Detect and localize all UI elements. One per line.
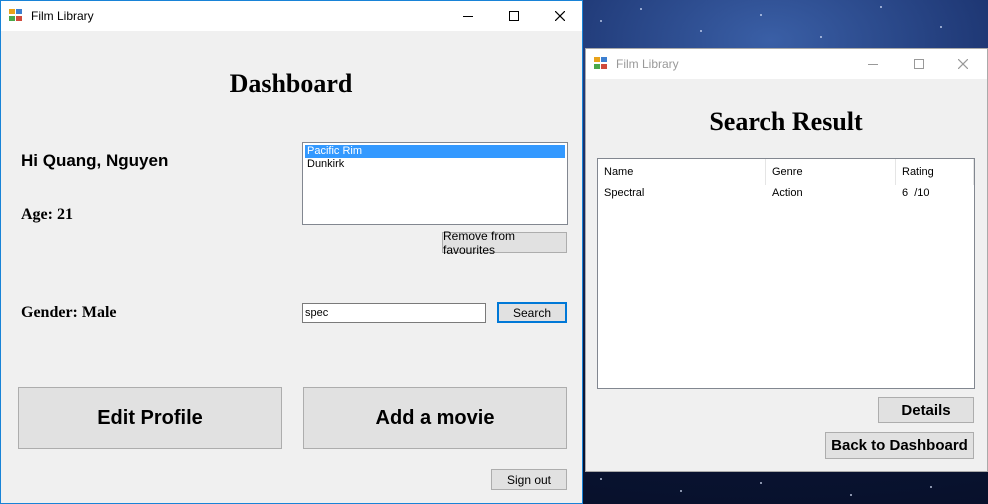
table-row[interactable]: Spectral Action 6 /10 bbox=[598, 185, 974, 201]
film-library-app-icon bbox=[9, 9, 23, 22]
minimize-button[interactable] bbox=[445, 1, 491, 31]
list-item[interactable]: Dunkirk bbox=[305, 158, 565, 171]
window-title: Film Library bbox=[616, 57, 679, 71]
column-header-genre[interactable]: Genre bbox=[766, 159, 896, 185]
minimize-button[interactable] bbox=[850, 49, 896, 79]
maximize-button[interactable] bbox=[491, 1, 537, 31]
cell-genre: Action bbox=[772, 187, 803, 199]
add-movie-button[interactable]: Add a movie bbox=[303, 387, 567, 449]
close-icon bbox=[555, 11, 565, 21]
search-input[interactable] bbox=[302, 303, 486, 323]
dashboard-window: Film Library Dashboard Hi Quang, Nguyen … bbox=[0, 0, 583, 504]
sign-out-button[interactable]: Sign out bbox=[491, 469, 567, 490]
search-result-titlebar[interactable]: Film Library bbox=[586, 49, 987, 79]
film-library-app-icon bbox=[594, 57, 608, 70]
age-label: Age: 21 bbox=[21, 206, 73, 223]
column-header-name[interactable]: Name bbox=[598, 159, 766, 185]
close-icon bbox=[958, 59, 968, 69]
list-item[interactable]: Pacific Rim bbox=[305, 145, 565, 158]
gender-label: Gender: Male bbox=[21, 304, 117, 321]
remove-from-favourites-button[interactable]: Remove from favourites bbox=[442, 229, 567, 257]
dashboard-titlebar[interactable]: Film Library bbox=[1, 1, 582, 31]
details-button[interactable]: Details bbox=[878, 397, 974, 423]
maximize-icon bbox=[914, 59, 924, 69]
edit-profile-button[interactable]: Edit Profile bbox=[18, 387, 282, 449]
close-button[interactable] bbox=[537, 1, 583, 31]
cell-name: Spectral bbox=[604, 187, 645, 199]
search-result-window: Film Library Search Result Name Genre Ra… bbox=[585, 48, 988, 472]
greeting-label: Hi Quang, Nguyen bbox=[21, 151, 169, 170]
column-header-rating[interactable]: Rating bbox=[896, 159, 974, 185]
favourites-list[interactable]: Pacific Rim Dunkirk bbox=[302, 142, 568, 225]
page-title: Dashboard bbox=[229, 69, 353, 98]
maximize-button[interactable] bbox=[896, 49, 942, 79]
search-button[interactable]: Search bbox=[497, 302, 567, 323]
window-title: Film Library bbox=[31, 9, 94, 23]
minimize-icon bbox=[463, 16, 473, 17]
cell-rating: 6 /10 bbox=[902, 187, 930, 199]
table-header: Name Genre Rating bbox=[598, 159, 974, 185]
search-results-table[interactable]: Name Genre Rating Spectral Action 6 /10 bbox=[597, 158, 975, 389]
minimize-icon bbox=[868, 64, 878, 65]
close-button[interactable] bbox=[940, 49, 986, 79]
page-title: Search Result bbox=[709, 107, 863, 136]
maximize-icon bbox=[509, 11, 519, 21]
back-to-dashboard-button[interactable]: Back to Dashboard bbox=[825, 432, 974, 459]
